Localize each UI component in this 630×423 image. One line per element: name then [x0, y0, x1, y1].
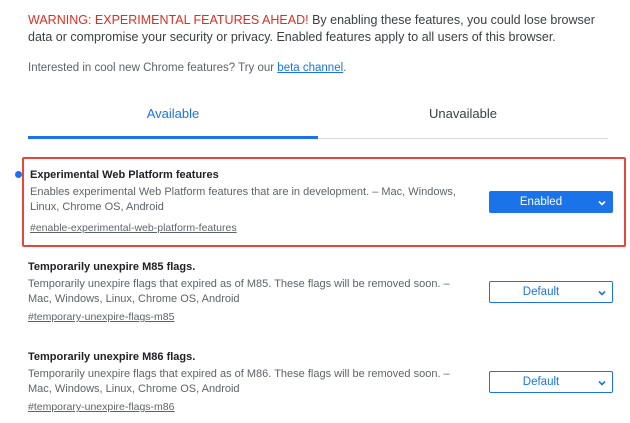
flag-state-select[interactable]: Enabled — [489, 191, 613, 213]
beta-channel-link[interactable]: beta channel — [277, 62, 343, 74]
warning-heading: WARNING: EXPERIMENTAL FEATURES AHEAD! — [28, 13, 309, 27]
flag-unexpire-m86: Temporarily unexpire M86 flags. Temporar… — [22, 351, 622, 417]
beta-prompt-suffix: . — [343, 62, 347, 74]
flag-title: Experimental Web Platform features — [30, 169, 219, 181]
flag-state-select[interactable]: Default — [489, 371, 613, 393]
flag-state-value: Default — [522, 286, 560, 298]
blue-dot-icon — [15, 171, 22, 178]
flag-unexpire-m85: Temporarily unexpire M85 flags. Temporar… — [22, 261, 622, 327]
active-tab-indicator — [28, 136, 318, 139]
flag-title: Temporarily unexpire M86 flags. — [28, 351, 196, 363]
flag-state-value: Default — [522, 376, 560, 388]
flag-permalink[interactable]: #enable-experimental-web-platform-featur… — [30, 222, 237, 234]
flag-description: Temporarily unexpire flags that expired … — [28, 278, 450, 305]
flag-experimental-web-platform: Experimental Web Platform features Enabl… — [22, 157, 626, 247]
warning-message: WARNING: EXPERIMENTAL FEATURES AHEAD! By… — [28, 12, 608, 46]
flag-state-select[interactable]: Default — [489, 281, 613, 303]
beta-channel-prompt: Interested in cool new Chrome features? … — [28, 62, 346, 74]
flag-title: Temporarily unexpire M85 flags. — [28, 261, 196, 273]
flag-state-value: Enabled — [519, 196, 563, 208]
flags-tabs: Available Unavailable — [28, 100, 608, 139]
chevron-down-icon — [598, 290, 606, 296]
chevron-down-icon — [598, 380, 606, 386]
flag-description: Enables experimental Web Platform featur… — [30, 186, 456, 213]
chevron-down-icon — [598, 200, 606, 206]
flag-description: Temporarily unexpire flags that expired … — [28, 368, 450, 395]
tab-available[interactable]: Available — [28, 106, 318, 121]
beta-prompt-text: Interested in cool new Chrome features? … — [28, 62, 278, 74]
tab-unavailable[interactable]: Unavailable — [318, 106, 608, 121]
flag-permalink[interactable]: #temporary-unexpire-flags-m86 — [28, 401, 174, 413]
flag-permalink[interactable]: #temporary-unexpire-flags-m85 — [28, 311, 174, 323]
